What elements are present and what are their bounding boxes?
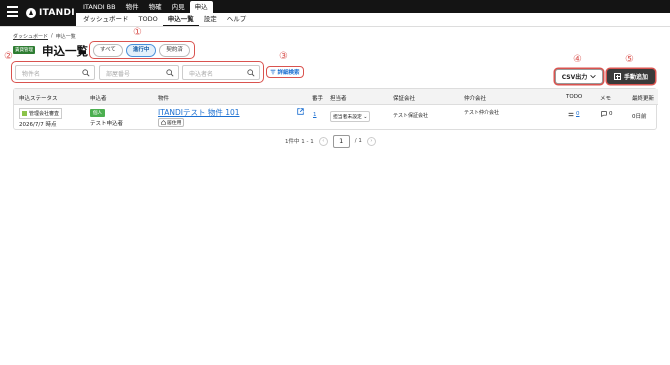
status-badge: 管理会社審査	[19, 108, 63, 119]
search-icon	[82, 69, 90, 77]
header-guarantor: 保証会社	[393, 96, 416, 102]
broker-name: テスト仲介会社	[464, 110, 500, 116]
header-todo: TODO	[566, 94, 583, 100]
room-number-search-input[interactable]: 部屋番号	[99, 65, 179, 80]
guarantor-name: テスト保証会社	[393, 113, 429, 119]
breadcrumb-current: 申込一覧	[55, 34, 76, 40]
pagination: 1件中 1 - 1 ‹ 1 / 1 ›	[285, 134, 376, 148]
annotation-mark-5: ⑤	[625, 54, 634, 65]
top-bar: ITANDI ITANDI BB 物件 物確 内見 申込 ダッシュボード TOD…	[0, 0, 670, 26]
brand-name: ITANDI	[39, 8, 75, 18]
todo-list-icon	[568, 112, 574, 116]
brand-logo[interactable]: ITANDI	[26, 5, 75, 21]
header-applicant: 申込者	[90, 96, 107, 102]
house-icon	[161, 120, 166, 125]
property-link[interactable]: ITANDIテスト 物件 101	[158, 107, 240, 118]
order-link[interactable]: 1	[313, 112, 317, 118]
applicant-name-placeholder: 申込者名	[189, 71, 214, 78]
filter-icon	[271, 69, 276, 75]
itandi-logo-icon	[26, 8, 36, 18]
global-nav-confirmation[interactable]: 物確	[144, 1, 167, 13]
header-updated: 最終更新	[632, 96, 655, 102]
sub-nav-todo[interactable]: TODO	[134, 14, 163, 26]
breadcrumb-separator: /	[51, 33, 53, 39]
status-filter-group: すべて 進行中 契約済	[89, 41, 195, 59]
add-icon	[613, 73, 621, 80]
chevron-down-icon	[590, 75, 596, 79]
sub-nav-application-list[interactable]: 申込一覧	[162, 14, 199, 26]
header-staff: 担当者	[330, 96, 347, 102]
breadcrumb: ダッシュボード / 申込一覧	[13, 33, 76, 40]
pagination-summary: 1件中 1 - 1	[285, 139, 314, 145]
filter-in-progress[interactable]: 進行中	[125, 43, 157, 57]
property-name-search-input[interactable]: 物件名	[15, 65, 95, 80]
page-title: 申込一覧	[42, 44, 88, 58]
applicant-name: テスト申込者	[90, 121, 124, 127]
header-order: 番手	[312, 96, 324, 102]
global-nav-application[interactable]: 申込	[189, 1, 213, 13]
annotation-mark-1: ①	[133, 27, 142, 38]
annotation-mark-2: ②	[4, 51, 13, 62]
table-header: 申込ステータス 申込者 物件 番手 担当者 保証会社 仲介会社 TODO メモ …	[14, 89, 658, 105]
status-color-icon	[22, 111, 27, 116]
todo-cell[interactable]: 0	[568, 111, 580, 117]
sub-nav: ダッシュボード TODO 申込一覧 設定 ヘルプ	[78, 14, 251, 26]
header-memo: メモ	[600, 96, 612, 102]
csv-export-button[interactable]: CSV出力	[555, 69, 603, 84]
applicant-name-search-input[interactable]: 申込者名	[182, 65, 260, 80]
sub-nav-settings[interactable]: 設定	[199, 14, 222, 26]
manual-add-button[interactable]: 手動追加	[607, 69, 655, 84]
hamburger-menu-icon[interactable]	[7, 6, 19, 20]
annotation-mark-3: ③	[279, 51, 288, 62]
page-number-input[interactable]: 1	[332, 134, 350, 148]
page-total: / 1	[354, 138, 362, 144]
staff-select-value: 担当者未設定	[333, 115, 362, 120]
advanced-search-button[interactable]: 詳細検索	[266, 66, 304, 78]
global-nav: ITANDI BB 物件 物確 内見 申込	[78, 1, 213, 13]
status-date: 2026/7/7 時点	[19, 122, 57, 128]
header-broker: 仲介会社	[464, 96, 487, 102]
header-property: 物件	[158, 96, 170, 102]
advanced-search-label: 詳細検索	[277, 70, 300, 76]
sub-nav-help[interactable]: ヘルプ	[222, 14, 252, 26]
status-text: 管理会社審査	[29, 111, 60, 117]
memo-icon	[601, 111, 607, 117]
memo-cell[interactable]: 0	[601, 111, 613, 117]
filter-contracted[interactable]: 契約済	[159, 43, 190, 57]
next-page-button[interactable]: ›	[366, 136, 376, 146]
header-status: 申込ステータス	[19, 96, 58, 102]
search-icon	[166, 69, 174, 77]
application-table: 申込ステータス 申込者 物件 番手 担当者 保証会社 仲介会社 TODO メモ …	[13, 88, 658, 130]
breadcrumb-dashboard-link[interactable]: ダッシュボード	[13, 33, 48, 40]
header-divider	[0, 26, 670, 27]
memo-count: 0	[609, 111, 613, 117]
search-icon	[247, 69, 255, 77]
global-nav-viewing[interactable]: 内見	[167, 1, 190, 13]
search-group: 物件名 部屋番号 申込者名	[11, 61, 264, 83]
staff-select[interactable]: 担当者未設定 ⌄	[330, 111, 371, 122]
prev-page-button[interactable]: ‹	[318, 136, 328, 146]
property-type-label: 居住用	[167, 121, 182, 126]
global-nav-itandi-bb[interactable]: ITANDI BB	[78, 1, 121, 13]
filter-all[interactable]: すべて	[93, 43, 123, 57]
rental-management-badge: 賃貸管理	[13, 46, 35, 54]
property-type-tag: 居住用	[158, 118, 185, 127]
annotation-mark-4: ④	[573, 54, 582, 65]
external-link-icon[interactable]	[297, 108, 304, 115]
property-name-placeholder: 物件名	[22, 71, 41, 78]
sub-nav-dashboard[interactable]: ダッシュボード	[78, 14, 134, 26]
global-nav-property[interactable]: 物件	[121, 1, 144, 13]
chevron-down-icon: ⌄	[363, 115, 368, 120]
csv-export-label: CSV出力	[561, 74, 588, 81]
manual-add-label: 手動追加	[623, 74, 648, 81]
todo-count: 0	[576, 111, 580, 117]
last-updated: 0日前	[632, 114, 647, 120]
applicant-type-badge: 個人	[90, 109, 105, 117]
room-number-placeholder: 部屋番号	[106, 71, 131, 78]
